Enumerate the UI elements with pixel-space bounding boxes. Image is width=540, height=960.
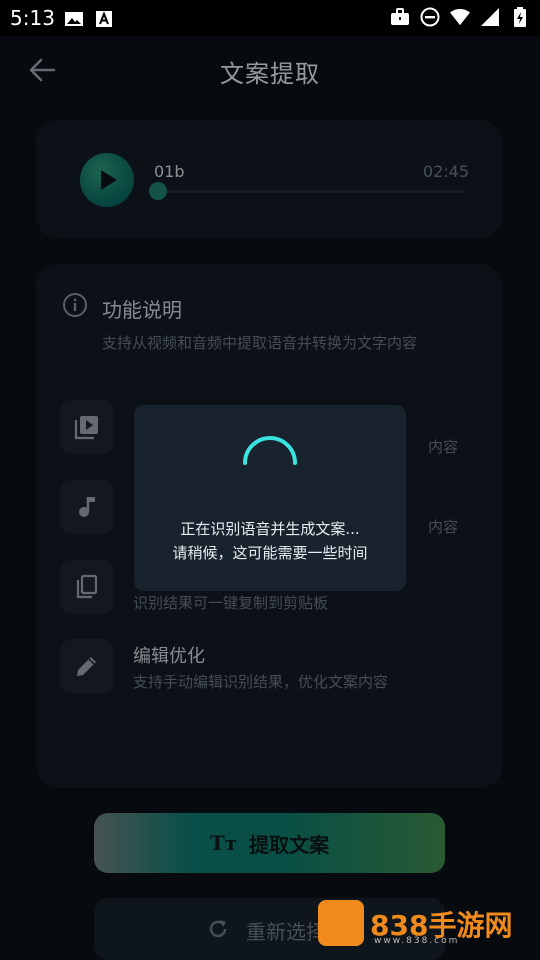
loading-message: 正在识别语音并生成文案... 请稍候，这可能需要一些时间 — [134, 517, 406, 565]
do-not-disturb-icon — [420, 7, 440, 27]
loading-line-2: 请稍候，这可能需要一些时间 — [172, 544, 368, 562]
briefcase-icon — [391, 8, 409, 25]
loading-dialog: 正在识别语音并生成文案... 请稍候，这可能需要一些时间 — [134, 405, 406, 591]
font-notification-icon — [96, 11, 112, 27]
watermark-logo — [318, 900, 364, 946]
loading-line-1: 正在识别语音并生成文案... — [180, 520, 360, 538]
image-icon — [65, 12, 83, 26]
loading-spinner-icon — [243, 436, 297, 465]
signal-icon — [481, 8, 499, 26]
wifi-icon — [450, 8, 470, 26]
status-bar: 5:13 — [0, 0, 540, 36]
battery-charging-icon — [514, 7, 526, 27]
watermark: 838手游网 www.838.com — [318, 900, 528, 950]
watermark-subtext: www.838.com — [374, 936, 460, 946]
status-time: 5:13 — [10, 6, 55, 30]
